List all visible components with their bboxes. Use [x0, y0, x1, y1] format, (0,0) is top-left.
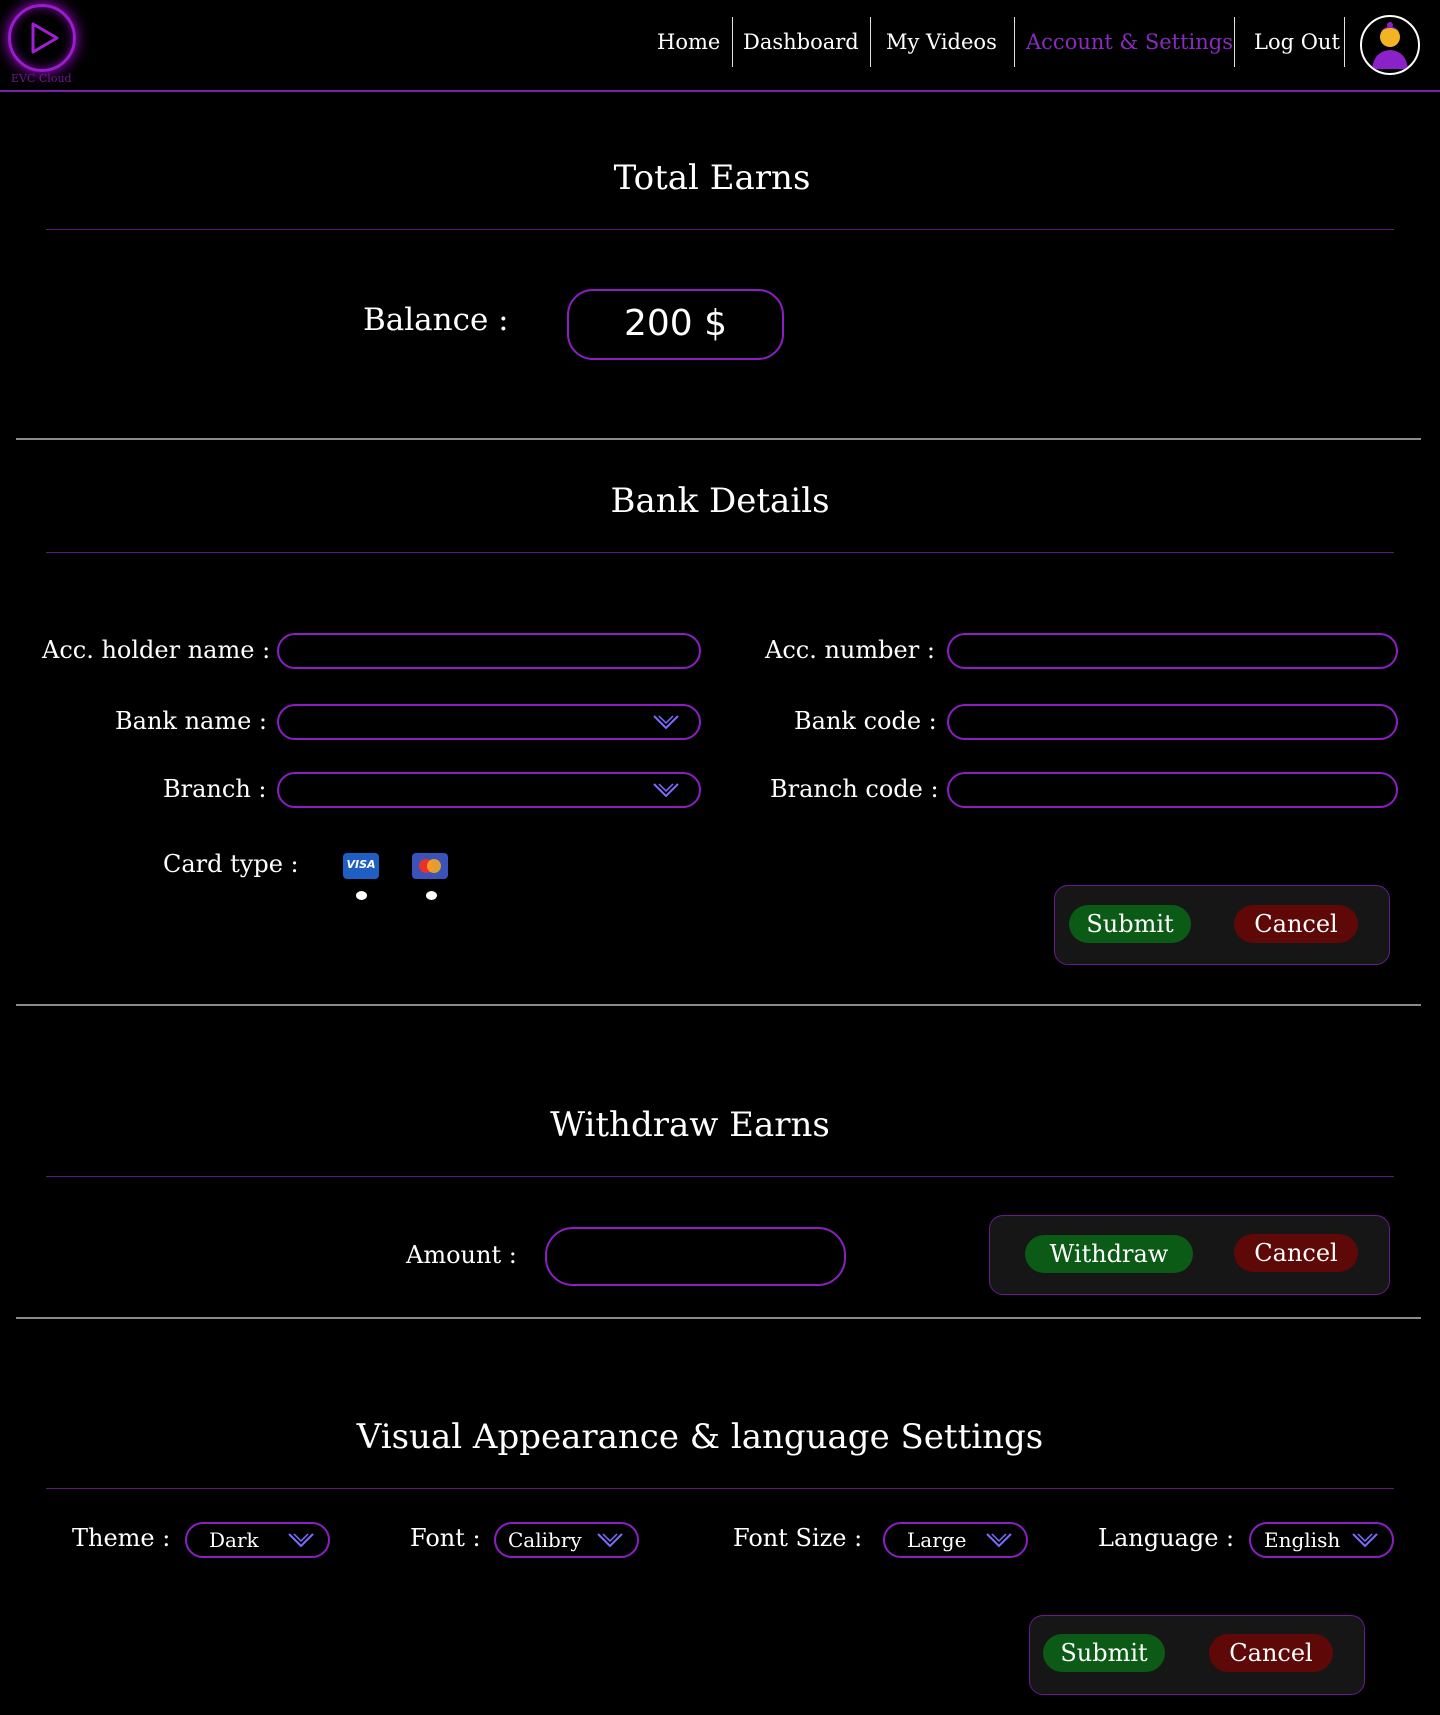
appearance-settings-title: Visual Appearance & language Settings: [356, 1417, 1044, 1457]
language-select[interactable]: English: [1249, 1522, 1394, 1558]
font-select[interactable]: Calibry: [494, 1522, 639, 1558]
section-separator: [16, 438, 1421, 440]
branch-label: Branch :: [163, 775, 267, 803]
section-divider: [46, 1176, 1394, 1177]
language-value: English: [1264, 1528, 1341, 1552]
font-size-value: Large: [907, 1528, 967, 1552]
balance-label: Balance :: [363, 302, 509, 338]
section-separator: [16, 1317, 1421, 1319]
theme-label: Theme :: [72, 1524, 171, 1552]
chevron-down-icon: [1352, 1533, 1378, 1548]
appearance-cancel-button[interactable]: Cancel: [1209, 1634, 1333, 1672]
logo-text: EVC Cloud: [11, 72, 72, 85]
mastercard-radio[interactable]: [426, 891, 437, 900]
logo-play-icon[interactable]: [8, 4, 76, 72]
branch-select[interactable]: [277, 772, 701, 808]
withdraw-cancel-button[interactable]: Cancel: [1234, 1234, 1358, 1272]
bank-details-title: Bank Details: [610, 481, 830, 521]
acc-number-input[interactable]: [947, 633, 1398, 669]
bank-name-select[interactable]: [277, 704, 701, 740]
nav-account-settings[interactable]: Account & Settings: [1026, 30, 1233, 54]
card-type-label: Card type :: [163, 850, 299, 878]
font-size-select[interactable]: Large: [883, 1522, 1028, 1558]
section-separator: [16, 1004, 1421, 1006]
nav-separator: [1344, 17, 1345, 67]
amount-label: Amount :: [406, 1241, 517, 1269]
font-size-label: Font Size :: [733, 1524, 863, 1552]
chevron-down-icon: [986, 1533, 1012, 1548]
font-value: Calibry: [508, 1528, 582, 1552]
acc-holder-label: Acc. holder name :: [42, 636, 271, 664]
balance-value: 200 $: [567, 289, 784, 360]
bank-cancel-button[interactable]: Cancel: [1234, 905, 1358, 943]
chevron-down-icon: [653, 715, 679, 730]
nav-separator: [1234, 17, 1235, 67]
bank-code-label: Bank code :: [794, 707, 937, 735]
chevron-down-icon: [597, 1533, 623, 1548]
nav-separator: [732, 17, 733, 67]
chevron-down-icon: [288, 1533, 314, 1548]
nav-log-out[interactable]: Log Out: [1254, 30, 1340, 54]
mastercard-icon[interactable]: [412, 853, 448, 879]
branch-code-label: Branch code :: [770, 775, 939, 803]
acc-number-label: Acc. number :: [765, 636, 935, 664]
section-divider: [46, 1488, 1394, 1489]
appearance-submit-button[interactable]: Submit: [1043, 1634, 1165, 1672]
nav-home[interactable]: Home: [657, 30, 720, 54]
bank-name-label: Bank name :: [115, 707, 268, 735]
bank-submit-button[interactable]: Submit: [1069, 905, 1191, 943]
font-label: Font :: [410, 1524, 481, 1552]
visa-card-icon[interactable]: VISA: [343, 853, 379, 879]
theme-select[interactable]: Dark: [185, 1522, 330, 1558]
total-earns-title: Total Earns: [613, 158, 811, 198]
nav-separator: [870, 17, 871, 67]
chevron-down-icon: [653, 783, 679, 798]
section-divider: [46, 229, 1394, 230]
amount-input[interactable]: [545, 1227, 846, 1286]
acc-holder-input[interactable]: [277, 633, 701, 669]
nav-my-videos[interactable]: My Videos: [886, 30, 997, 54]
withdraw-earns-title: Withdraw Earns: [550, 1105, 830, 1145]
section-divider: [46, 552, 1394, 553]
nav-dashboard[interactable]: Dashboard: [743, 30, 859, 54]
withdraw-button[interactable]: Withdraw: [1025, 1235, 1193, 1273]
user-avatar-icon[interactable]: [1360, 15, 1420, 75]
visa-logo-text: VISA: [346, 858, 376, 871]
nav-separator: [1014, 17, 1015, 67]
branch-code-input[interactable]: [947, 772, 1398, 808]
visa-radio[interactable]: [356, 891, 367, 900]
bank-code-input[interactable]: [947, 704, 1398, 740]
language-label: Language :: [1098, 1524, 1235, 1552]
top-navbar: EVC Cloud Home Dashboard My Videos Accou…: [0, 0, 1440, 92]
theme-value: Dark: [209, 1528, 259, 1552]
